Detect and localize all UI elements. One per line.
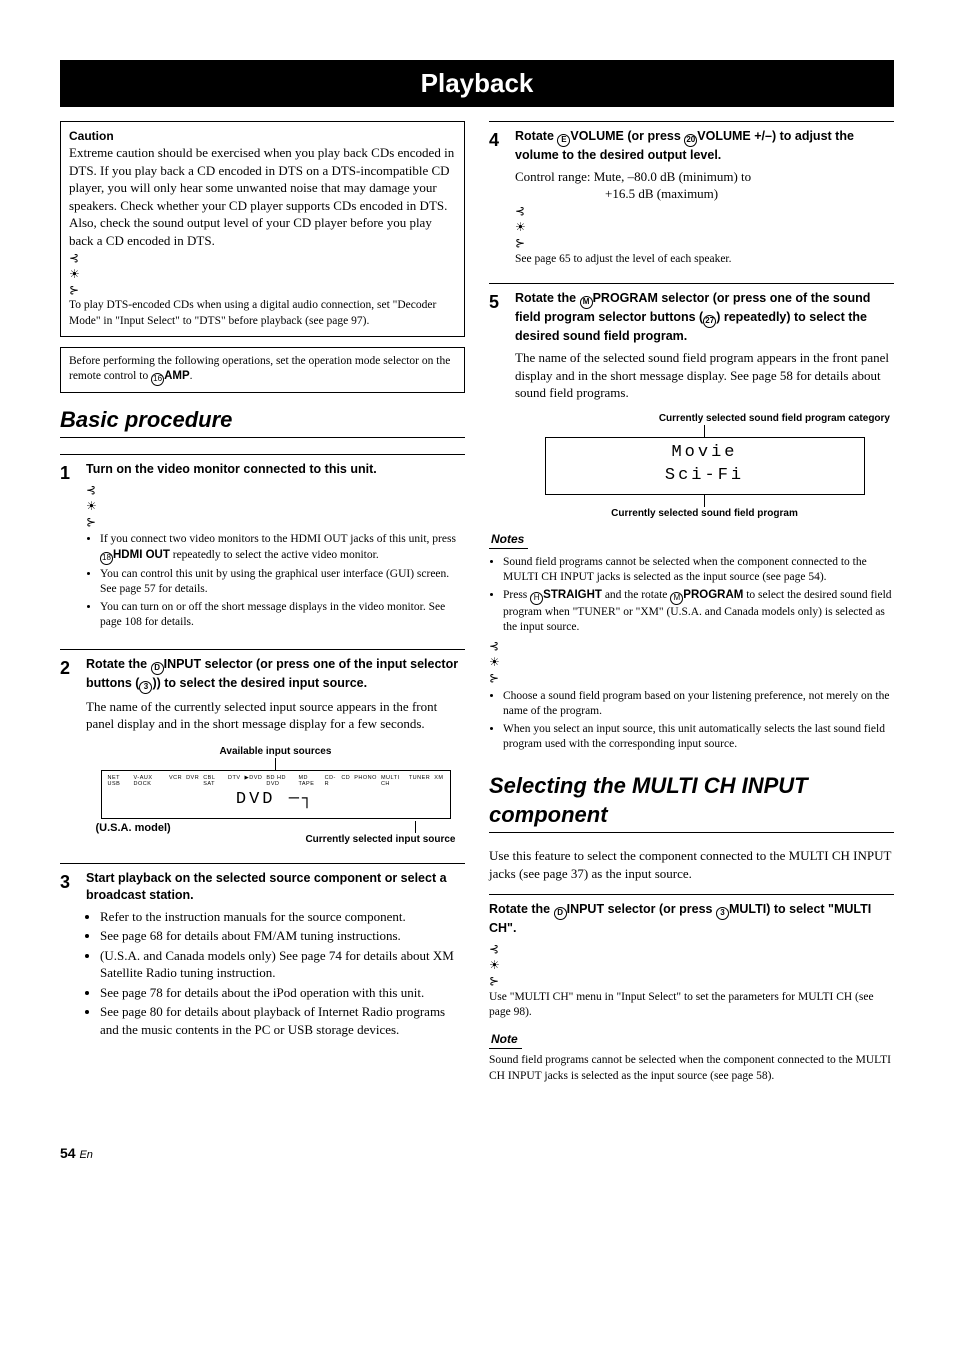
page-number: 54 En [60,1144,894,1163]
list-item: You can turn on or off the short message… [100,600,465,631]
note-heading: Note [489,1031,522,1049]
step-desc: The name of the selected sound field pro… [515,349,894,402]
circled-ref-icon: 27 [703,315,716,328]
caption: Currently selected input source [305,833,455,847]
preface-box: Before performing the following operatio… [60,347,465,393]
step-desc: Control range: Mute, –80.0 dB (minimum) … [515,168,894,186]
caption: Currently selected sound field program c… [515,412,894,426]
step-2: 2 Rotate the DINPUT selector (or press o… [60,649,465,847]
tip-icon: ⊰☀⊱ [489,941,503,990]
display-labels: NET USBV-AUX DOCKVCRDVRCBL SATDTV▶DVDBD … [108,775,444,787]
tip-icon: ⊰☀⊱ [69,250,83,299]
indicator-line [415,821,416,833]
circled-ref-icon: M [670,592,683,605]
list-item: If you connect two video monitors to the… [100,532,465,564]
step-3: 3 Start playback on the selected source … [60,863,465,1041]
step-4: 4 Rotate EVOLUME (or press 20VOLUME +/–)… [489,121,894,267]
caution-label: Caution [69,128,456,144]
left-column: Caution Extreme caution should be exerci… [60,121,465,1084]
list-item: See page 80 for details about playback o… [100,1003,465,1038]
page-title: Playback [60,60,894,107]
caption: Currently selected sound field program [515,507,894,521]
circled-ref-icon: D [151,662,164,675]
circled-ref-icon: 20 [684,134,697,147]
list-item: Sound field programs cannot be selected … [503,555,894,586]
list-item: See page 68 for details about FM/AM tuni… [100,927,465,945]
step-number: 4 [489,128,515,267]
indicator-line [704,495,705,507]
display-line2: Sci-Fi [552,465,858,488]
list-item: Press HSTRAIGHT and the rotate MPROGRAM … [503,588,894,636]
notes-list: Sound field programs cannot be selected … [489,555,894,636]
multi-instruction: Rotate the DINPUT selector (or press 3MU… [489,894,894,937]
preface-period: . [190,370,193,382]
tip-icon: ⊰☀⊱ [515,203,529,252]
front-panel-display: NET USBV-AUX DOCKVCRDVRCBL SATDTV▶DVDBD … [101,770,451,819]
step-title: Rotate the DINPUT selector (or press one… [86,656,465,694]
step-number: 2 [60,656,86,847]
step-1: 1 Turn on the video monitor connected to… [60,454,465,633]
notes-heading: Notes [489,531,528,549]
caption: Available input sources [86,745,465,759]
step-title: Start playback on the selected source co… [86,870,465,904]
display-line1: Movie [552,442,858,465]
right-column: 4 Rotate EVOLUME (or press 20VOLUME +/–)… [489,121,894,1084]
step-number: 1 [60,461,86,633]
front-panel-display: Movie Sci-Fi [545,437,865,495]
list-item: See page 78 for details about the iPod o… [100,984,465,1002]
bullet-list: If you connect two video monitors to the… [86,532,465,630]
bullet-list: Refer to the instruction manuals for the… [86,908,465,1039]
multi-note: Sound field programs cannot be selected … [489,1053,894,1084]
multi-tip: Use "MULTI CH" menu in "Input Select" to… [489,990,894,1021]
usa-model-note: (U.S.A. model) [96,821,171,836]
circled-ref-icon: 3 [139,681,152,694]
step-5: 5 Rotate the MPROGRAM selector (or press… [489,283,894,520]
step-title: Rotate EVOLUME (or press 20VOLUME +/–) t… [515,128,894,164]
tips-list: Choose a sound field program based on yo… [489,689,894,753]
step-number: 3 [60,870,86,1041]
indicator-line [275,758,276,770]
step-title: Rotate the MPROGRAM selector (or press o… [515,290,894,345]
list-item: You can control this unit by using the g… [100,567,465,598]
multi-intro: Use this feature to select the component… [489,847,894,882]
list-item: (U.S.A. and Canada models only) See page… [100,947,465,982]
circled-ref-icon: 16 [151,373,164,386]
section-heading: Basic procedure [60,405,465,438]
circled-ref-icon: 18 [100,552,113,565]
circled-ref-icon: 3 [716,907,729,920]
two-column-layout: Caution Extreme caution should be exerci… [60,121,894,1084]
list-item: Refer to the instruction manuals for the… [100,908,465,926]
step-desc-line2: +16.5 dB (maximum) [515,185,894,203]
tip-icon: ⊰☀⊱ [86,482,100,531]
circled-ref-icon: E [557,134,570,147]
tip-text: See page 65 to adjust the level of each … [515,252,894,268]
step-title: Turn on the video monitor connected to t… [86,461,465,478]
section-heading: Selecting the MULTI CH INPUT component [489,771,894,833]
caution-box: Caution Extreme caution should be exerci… [60,121,465,336]
caution-tip: To play DTS-encoded CDs when using a dig… [69,298,456,329]
step-number: 5 [489,290,515,520]
display-value: DVD ─┐ [108,789,444,812]
indicator-line [704,425,705,437]
circled-ref-icon: M [580,296,593,309]
tip-icon: ⊰☀⊱ [489,638,503,687]
circled-ref-icon: H [530,592,543,605]
list-item: When you select an input source, this un… [503,722,894,753]
step-desc: The name of the currently selected input… [86,698,465,733]
preface-text: Before performing the following operatio… [69,355,450,383]
amp-label: AMP [164,370,190,382]
caution-text: Extreme caution should be exercised when… [69,144,456,249]
list-item: Choose a sound field program based on yo… [503,689,894,720]
circled-ref-icon: D [554,907,567,920]
